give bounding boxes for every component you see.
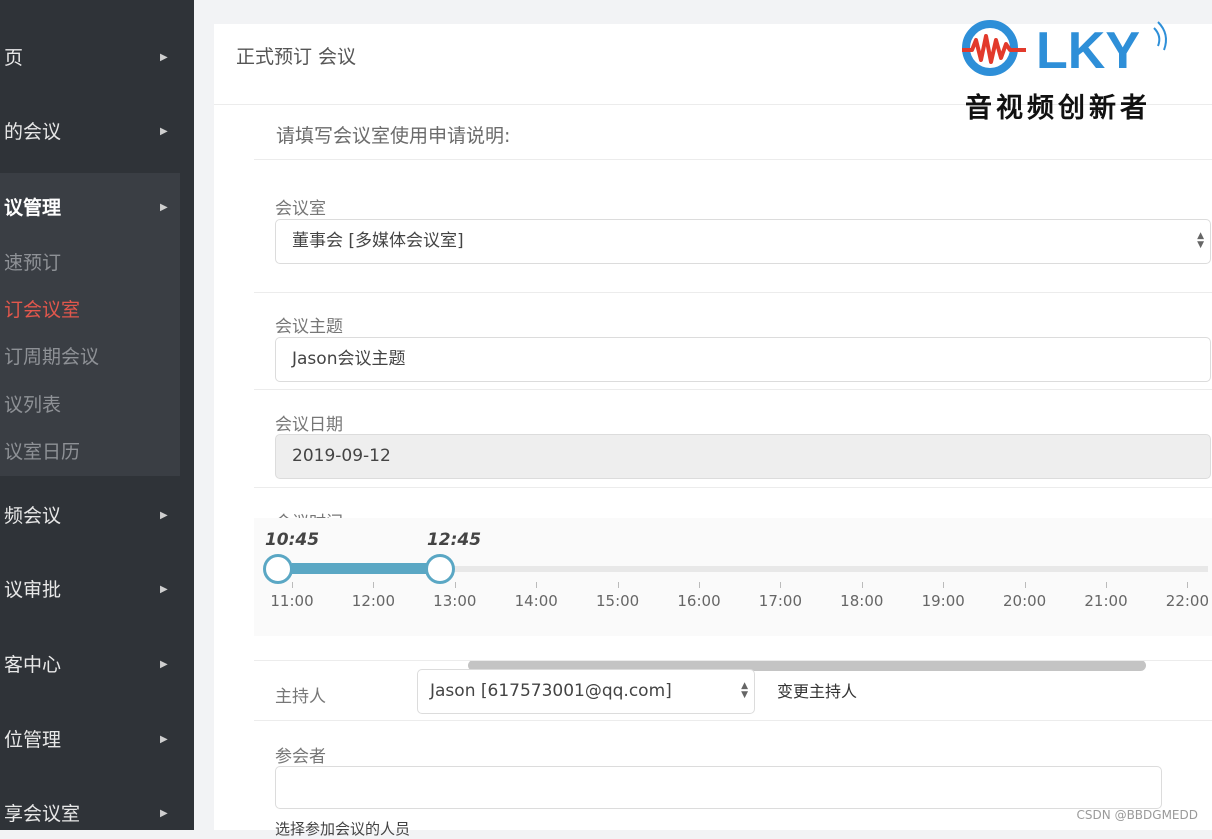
time-axis-label: 13:00 bbox=[433, 592, 476, 610]
room-select-value: 董事会 [多媒体会议室] bbox=[292, 231, 464, 251]
host-select-value: Jason [617573001@qq.com] bbox=[430, 681, 672, 701]
time-axis-tick bbox=[536, 582, 537, 588]
time-axis-tick bbox=[455, 582, 456, 588]
sidebar-item-label: 议管理 bbox=[4, 197, 61, 219]
attendees-input[interactable] bbox=[275, 766, 1162, 809]
time-axis-tick bbox=[373, 582, 374, 588]
sidebar-item-label: 客中心 bbox=[4, 654, 61, 676]
attendees-label: 参会者 bbox=[275, 742, 326, 767]
host-select[interactable]: Jason [617573001@qq.com] ▲▼ bbox=[417, 669, 755, 714]
divider bbox=[254, 159, 1212, 160]
change-host-link[interactable]: 变更主持人 bbox=[777, 678, 857, 702]
slider-end-handle[interactable] bbox=[425, 554, 455, 584]
form-intro: 请填写会议室使用申请说明: bbox=[276, 121, 510, 148]
time-axis-label: 16:00 bbox=[677, 592, 720, 610]
sidebar-item-my-meetings[interactable]: 的会议 ▶ bbox=[0, 112, 194, 152]
time-axis-tick bbox=[1187, 582, 1188, 588]
sidebar-item-visitor-center[interactable]: 客中心 ▶ bbox=[0, 645, 194, 685]
select-caret-icon: ▲▼ bbox=[1197, 232, 1204, 250]
sidebar-item-meeting-approval[interactable]: 议审批 ▶ bbox=[0, 570, 194, 610]
sidebar-item-label: 享会议室 bbox=[4, 803, 80, 825]
subject-input-value: Jason会议主题 bbox=[292, 349, 405, 369]
time-axis-label: 14:00 bbox=[515, 592, 558, 610]
date-label: 会议日期 bbox=[275, 410, 343, 435]
time-axis-tick bbox=[780, 582, 781, 588]
page-title: 正式预订 会议 bbox=[236, 42, 356, 69]
divider bbox=[254, 389, 1212, 390]
sidebar-subitem-meeting-list[interactable]: 议列表 bbox=[0, 385, 180, 425]
time-axis-label: 18:00 bbox=[840, 592, 883, 610]
time-axis-label: 12:00 bbox=[352, 592, 395, 610]
time-axis-tick bbox=[292, 582, 293, 588]
time-axis-tick bbox=[943, 582, 944, 588]
sidebar-item-label: 议审批 bbox=[4, 579, 61, 601]
sidebar-subitem-quick-book[interactable]: 速预订 bbox=[0, 243, 180, 283]
time-axis-label: 11:00 bbox=[270, 592, 313, 610]
time-axis-label: 17:00 bbox=[759, 592, 802, 610]
divider bbox=[254, 292, 1212, 293]
sidebar-item-seat-management[interactable]: 位管理 ▶ bbox=[0, 720, 194, 760]
subject-label: 会议主题 bbox=[275, 312, 343, 337]
date-input-value: 2019-09-12 bbox=[292, 446, 391, 466]
logo-subtitle: 音视频创新者 bbox=[965, 86, 1151, 125]
sidebar-subitem-room-calendar[interactable]: 议室日历 bbox=[0, 432, 180, 472]
attendees-hint: 选择参加会议的人员 bbox=[275, 818, 410, 839]
watermark: CSDN @BBDGMEDD bbox=[1077, 808, 1198, 822]
sidebar-subitem-book-recurring[interactable]: 订周期会议 bbox=[0, 337, 180, 377]
divider bbox=[254, 487, 1212, 488]
time-axis-label: 22:00 bbox=[1166, 592, 1209, 610]
host-label: 主持人 bbox=[275, 682, 326, 707]
chevron-right-icon: ▶ bbox=[160, 38, 168, 78]
chevron-right-icon: ▶ bbox=[160, 794, 168, 830]
sidebar-item-label: 位管理 bbox=[4, 729, 61, 751]
time-axis-label: 15:00 bbox=[596, 592, 639, 610]
time-axis-tick bbox=[862, 582, 863, 588]
chevron-right-icon: ▶ bbox=[160, 720, 168, 760]
sidebar-item-label: 频会议 bbox=[4, 505, 61, 527]
chevron-right-icon: ▶ bbox=[160, 496, 168, 536]
chevron-right-icon: ▶ bbox=[160, 645, 168, 685]
time-axis-label: 20:00 bbox=[1003, 592, 1046, 610]
slider-end-label: 12:45 bbox=[427, 530, 481, 550]
sidebar-item-home[interactable]: 页 ▶ bbox=[0, 38, 194, 78]
sidebar-subitem-book-room[interactable]: 订会议室 bbox=[0, 290, 180, 330]
booking-panel: 正式预订 会议 请填写会议室使用申请说明: 会议室 董事会 [多媒体会议室] ▲… bbox=[214, 24, 1212, 830]
sidebar-item-video-meetings[interactable]: 频会议 ▶ bbox=[0, 496, 194, 536]
time-axis-tick bbox=[699, 582, 700, 588]
select-caret-icon: ▲▼ bbox=[741, 682, 748, 700]
time-axis-tick bbox=[618, 582, 619, 588]
chevron-right-icon: ▶ bbox=[160, 188, 168, 228]
divider bbox=[254, 660, 1212, 661]
time-axis-label: 21:00 bbox=[1084, 592, 1127, 610]
slider-start-handle[interactable] bbox=[263, 554, 293, 584]
sidebar-submenu: 议管理 ▶ 速预订 订会议室 订周期会议 议列表 议室日历 bbox=[0, 173, 180, 476]
slider-start-label: 10:45 bbox=[265, 530, 319, 550]
logo-text: LKY bbox=[1036, 22, 1140, 80]
sidebar: 页 ▶ 的会议 ▶ 议管理 ▶ 速预订 订会议室 订周期会议 议列表 议室日历 … bbox=[0, 0, 194, 830]
sidebar-item-shared-rooms[interactable]: 享会议室 ▶ bbox=[0, 794, 194, 830]
slider-range-fill bbox=[292, 563, 442, 574]
sidebar-item-meeting-management[interactable]: 议管理 ▶ bbox=[0, 188, 180, 228]
time-axis-label: 19:00 bbox=[922, 592, 965, 610]
sidebar-item-label: 的会议 bbox=[4, 121, 61, 143]
subject-input[interactable]: Jason会议主题 bbox=[275, 337, 1211, 382]
time-axis-tick bbox=[1106, 582, 1107, 588]
chevron-right-icon: ▶ bbox=[160, 112, 168, 152]
room-select[interactable]: 董事会 [多媒体会议室] ▲▼ bbox=[275, 219, 1211, 264]
time-axis-tick bbox=[1025, 582, 1026, 588]
sidebar-item-label: 页 bbox=[4, 47, 23, 69]
date-input[interactable]: 2019-09-12 bbox=[275, 434, 1211, 479]
time-range-slider[interactable]: 10:45 12:45 11:00 12:00 13:00 14:00 15:00 16:… bbox=[254, 518, 1212, 636]
room-label: 会议室 bbox=[275, 194, 326, 219]
chevron-right-icon: ▶ bbox=[160, 570, 168, 610]
divider bbox=[254, 720, 1212, 721]
